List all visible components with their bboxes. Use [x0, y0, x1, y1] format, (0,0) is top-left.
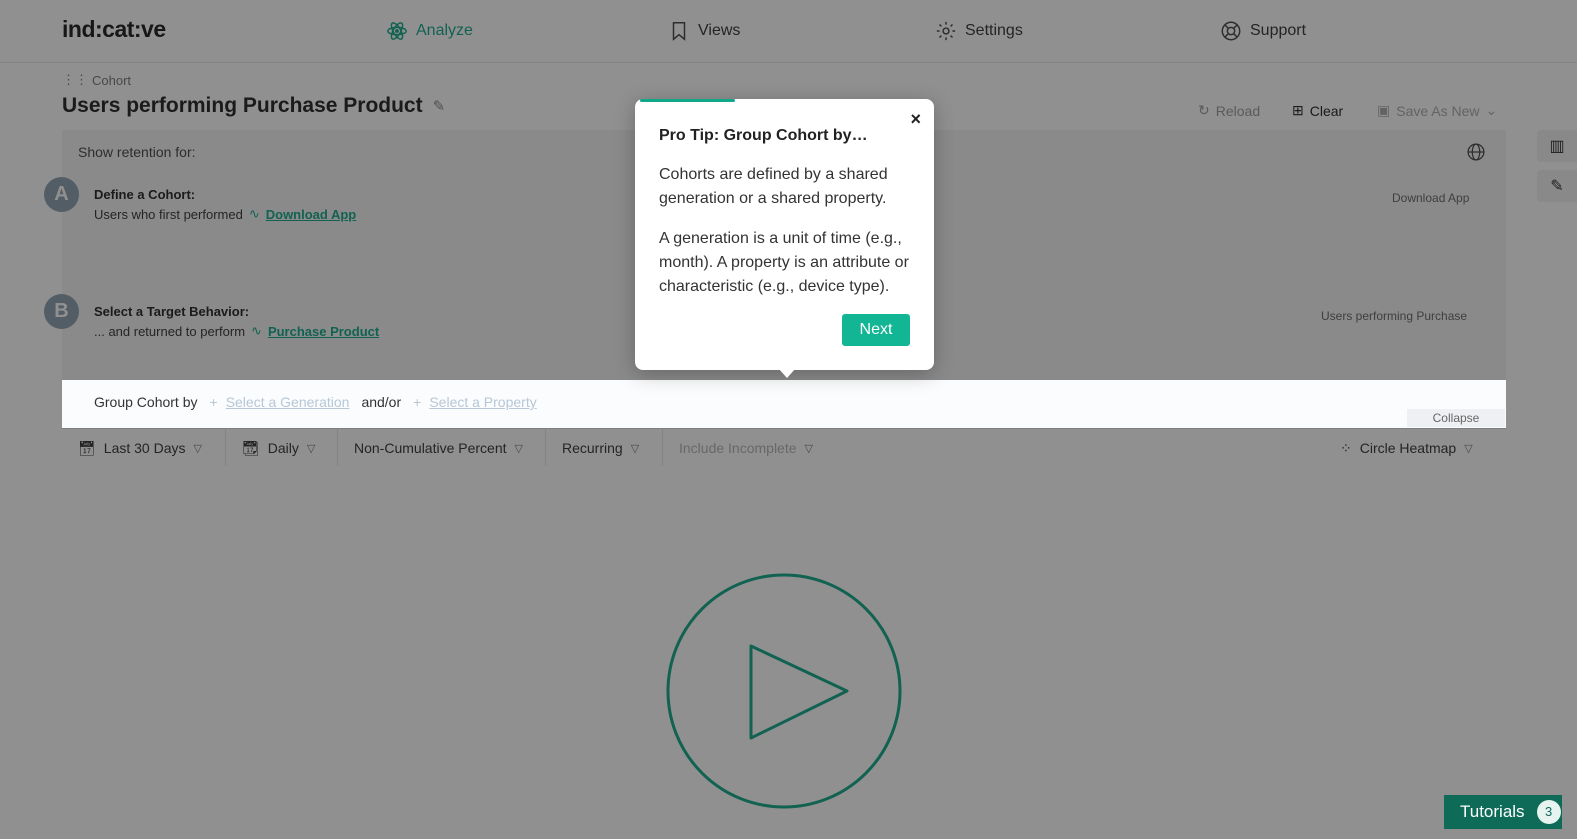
mode-label: Non-Cumulative Percent — [354, 440, 507, 456]
popover-arrow — [778, 368, 796, 378]
top-nav-bar: ind:cat:ve Analyze Views Settings Suppor… — [0, 0, 1577, 63]
plus-icon: + — [413, 394, 422, 410]
pro-tip-popover: × Pro Tip: Group Cohort by… Cohorts are … — [635, 99, 934, 378]
group-cohort-bar: Group Cohort by + Select a Generation an… — [62, 380, 1506, 428]
collapse-button[interactable]: Collapse — [1407, 409, 1505, 427]
filter-bar: 📅︎ Last 30 Days ▽ 📆︎ Daily ▽ Non-Cumulat… — [62, 428, 1506, 468]
chevron-down-icon: ▽ — [804, 442, 813, 455]
lifebuoy-icon — [1221, 21, 1241, 41]
sidebar-edit-button[interactable]: ✎ — [1537, 170, 1577, 202]
close-icon[interactable]: × — [910, 109, 921, 130]
chevron-down-icon: ▽ — [1464, 442, 1473, 455]
clear-button[interactable]: ⊞ Clear — [1292, 102, 1343, 119]
pulse-icon: ∿ — [248, 206, 260, 221]
popover-title: Pro Tip: Group Cohort by… — [659, 127, 868, 144]
step-b-badge: B — [44, 294, 79, 329]
page-title: Users performing Purchase Product ✎ — [62, 94, 445, 118]
nav-label: Support — [1250, 22, 1307, 39]
step-a-prefix: Users who first performed — [94, 206, 243, 222]
nav-label: Settings — [965, 22, 1023, 39]
step-a-title: Define a Cohort: — [94, 187, 196, 202]
step-b-definition: ... and returned to perform ∿ Purchase P… — [94, 323, 379, 339]
edit-icon: ✎ — [1550, 178, 1564, 195]
step-a-badge: A — [44, 177, 79, 212]
reload-icon: ↻ — [1198, 102, 1210, 118]
step-b-event-link[interactable]: Purchase Product — [268, 324, 379, 339]
recurring-select[interactable]: Recurring ▽ — [546, 429, 663, 467]
next-button[interactable]: Next — [842, 314, 910, 346]
popover-paragraph: A generation is a unit of time (e.g., mo… — [659, 230, 909, 295]
nav-analyze[interactable]: Analyze — [386, 20, 473, 42]
book-icon: ▥ — [1549, 138, 1565, 155]
mode-select[interactable]: Non-Cumulative Percent ▽ — [338, 429, 546, 467]
reload-button[interactable]: ↻ Reload — [1198, 102, 1260, 119]
select-generation-link[interactable]: Select a Generation — [226, 394, 350, 410]
save-label: Save As New — [1396, 102, 1480, 119]
grid-icon: ⋮⋮ — [62, 72, 88, 87]
chart-type-label: Circle Heatmap — [1359, 440, 1457, 456]
sidebar-book-button[interactable]: ▥ — [1537, 130, 1577, 162]
tutorials-label: Tutorials — [1460, 802, 1525, 821]
nav-support[interactable]: Support — [1220, 20, 1306, 42]
logo[interactable]: ind:cat:ve — [62, 16, 166, 43]
gear-icon — [936, 21, 956, 41]
atom-icon — [387, 22, 407, 40]
nav-views[interactable]: Views — [668, 20, 740, 42]
globe-icon[interactable] — [1466, 142, 1486, 167]
pulse-icon: ∿ — [251, 323, 262, 338]
chevron-down-icon: ▽ — [630, 442, 640, 455]
chart-type-select[interactable]: ⁘ Circle Heatmap ▽ — [1324, 429, 1506, 467]
page-title-text: Users performing Purchase Product — [62, 94, 423, 117]
step-b-summary: Users performing Purchase — [1321, 309, 1468, 323]
popover-paragraph: Cohorts are defined by a shared generati… — [659, 166, 888, 207]
group-cohort-label: Group Cohort by — [94, 394, 198, 410]
save-icon: ▣ — [1377, 102, 1391, 118]
tutorials-button[interactable]: Tutorials 3 — [1444, 795, 1562, 829]
popover-body: Cohorts are defined by a shared generati… — [659, 163, 917, 315]
date-range-label: Last 30 Days — [103, 440, 186, 456]
step-a-event-link[interactable]: Download App — [266, 207, 357, 222]
interval-select[interactable]: 📆︎ Daily ▽ — [226, 429, 338, 467]
date-range-select[interactable]: 📅︎ Last 30 Days ▽ — [62, 429, 226, 467]
step-a-summary: Download App — [1392, 191, 1470, 205]
step-a-definition: Users who first performed ∿ Download App — [94, 206, 356, 222]
clear-label: Clear — [1309, 102, 1344, 119]
bookmark-icon — [672, 22, 686, 41]
nav-label: Analyze — [416, 22, 473, 39]
include-incomplete-select[interactable]: Include Incomplete ▽ — [663, 429, 843, 467]
nav-settings[interactable]: Settings — [935, 20, 1023, 42]
nav-label: Views — [698, 22, 741, 39]
save-as-new-button[interactable]: ▣ Save As New ⌄ — [1377, 102, 1497, 119]
play-icon[interactable] — [665, 572, 903, 810]
recurring-label: Recurring — [562, 440, 623, 456]
add-file-icon: ⊞ — [1292, 102, 1304, 118]
step-b-prefix: ... and returned to perform — [94, 323, 246, 339]
chevron-down-icon: ▽ — [306, 442, 316, 455]
tutorials-count-badge: 3 — [1536, 800, 1561, 824]
chevron-down-icon: ▽ — [193, 442, 202, 455]
interval-label: Daily — [267, 440, 299, 456]
calendar-icon: 📅︎ — [78, 439, 96, 456]
breadcrumb[interactable]: ⋮⋮ Cohort — [62, 72, 131, 88]
tour-progress-bar — [640, 99, 736, 102]
include-incomplete-label: Include Incomplete — [679, 440, 797, 456]
circles-icon: ⁘ — [1340, 439, 1352, 456]
select-property-link[interactable]: Select a Property — [429, 394, 536, 410]
plus-icon: + — [209, 394, 218, 410]
chevron-down-icon: ▽ — [514, 442, 523, 455]
reload-label: Reload — [1215, 102, 1261, 119]
breadcrumb-label: Cohort — [92, 72, 132, 88]
andor-label: and/or — [361, 394, 402, 410]
edit-icon[interactable]: ✎ — [433, 97, 446, 115]
calendar-icon: 📆︎ — [242, 439, 260, 456]
show-retention-label: Show retention for: — [78, 144, 196, 160]
chevron-down-icon: ⌄ — [1485, 102, 1498, 118]
step-b-title: Select a Target Behavior: — [94, 304, 250, 319]
